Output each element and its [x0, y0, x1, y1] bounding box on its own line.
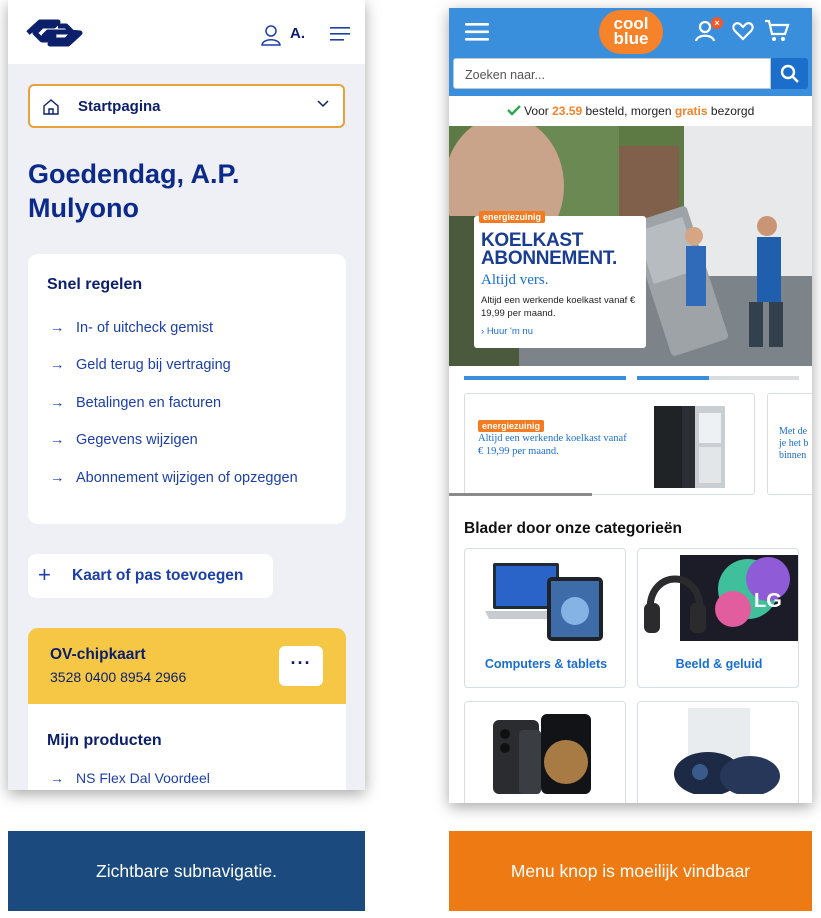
categories-title: Blader door onze categorieën	[464, 520, 682, 537]
promo-next-text: Met de je het b binnen	[779, 426, 812, 462]
appliances-image	[638, 702, 798, 794]
category-beeld-geluid[interactable]: LG Beeld & geluid	[637, 548, 799, 688]
ns-header: A.	[8, 0, 365, 64]
promo-next-line-2: je het b	[779, 438, 809, 449]
quick-action-link[interactable]: → Betalingen en facturen	[50, 395, 221, 411]
laptop-tablet-image	[465, 549, 625, 641]
tv-headphones-image: LG	[638, 549, 798, 641]
product-label: NS Flex Dal Voordeel	[76, 770, 210, 786]
caption-right: Menu knop is moeilijk vindbaar	[449, 831, 812, 911]
hero-card: energiezuinig KOELKAST ABONNEMENT. Altij…	[474, 211, 646, 348]
category-phones[interactable]	[464, 701, 626, 803]
quick-action-link[interactable]: → Geld terug bij vertraging	[50, 357, 231, 373]
search-placeholder: Zoeken naar...	[465, 68, 545, 82]
user-initial[interactable]: A.	[290, 25, 305, 42]
search-bar: Zoeken naar...	[449, 56, 812, 96]
caption-left: Zichtbare subnavigatie.	[8, 831, 365, 911]
arrow-right-icon: →	[50, 357, 65, 373]
subnav-select[interactable]: Startpagina	[28, 84, 345, 128]
quick-action-label: Geld terug bij vertraging	[76, 357, 231, 373]
checkmark-icon	[506, 105, 521, 116]
search-input[interactable]: Zoeken naar...	[453, 58, 771, 89]
arrow-right-icon: →	[50, 770, 64, 786]
hero-link-label: Huur 'm nu	[486, 326, 533, 337]
hero-title-line-2: ABONNEMENT.	[481, 248, 618, 269]
ov-chipkaart-card: OV-chipkaart 3528 0400 8954 2966 ···	[28, 628, 346, 704]
hero-text: Altijd een werkende koelkast vanaf € 19,…	[481, 295, 636, 319]
product-link[interactable]: → NS Flex Dal Voordeel	[50, 770, 210, 786]
category-label: Beeld & geluid	[675, 657, 763, 671]
menu-icon[interactable]	[465, 23, 489, 41]
category-household[interactable]	[637, 701, 799, 803]
coolblue-logo[interactable]: cool blue	[599, 10, 663, 54]
heart-icon[interactable]	[732, 21, 754, 41]
cart-icon[interactable]	[764, 19, 790, 43]
search-button[interactable]	[771, 58, 808, 89]
ns-logo-icon[interactable]	[24, 18, 84, 48]
ov-card-number: 3528 0400 8954 2966	[50, 669, 187, 685]
greeting-heading: Goedendag, A.P. Mulyono	[28, 159, 240, 223]
user-icon[interactable]	[260, 24, 282, 46]
delivery-post: bezorgd	[710, 104, 755, 118]
my-products-title: Mijn producten	[47, 732, 162, 749]
hero-subtitle: Altijd vers.	[481, 272, 549, 288]
quick-action-link[interactable]: → Abonnement wijzigen of opzeggen	[50, 470, 298, 486]
fridge-image	[654, 406, 725, 488]
account-badge: ×	[711, 17, 723, 29]
quick-action-label: Gegevens wijzigen	[76, 432, 198, 448]
ov-card-title: OV-chipkaart	[50, 646, 146, 663]
arrow-right-icon: →	[50, 432, 65, 448]
promo-text: Altijd een werkende koelkast vanaf € 19,…	[478, 433, 627, 457]
arrow-right-icon: →	[50, 320, 65, 336]
quick-action-label: In- of uitcheck gemist	[76, 320, 213, 336]
search-icon	[780, 64, 799, 83]
carousel-indicator[interactable]	[449, 376, 812, 380]
energy-tag: energiezuinig	[479, 211, 546, 223]
chevron-down-icon	[317, 100, 329, 108]
logo-line-2: blue	[613, 29, 649, 48]
quick-action-label: Abonnement wijzigen of opzeggen	[76, 470, 298, 486]
category-computers-tablets[interactable]: Computers & tablets	[464, 548, 626, 688]
ns-phone-screen: A. Startpagina Goedendag, A.P. Mulyono S…	[8, 0, 365, 790]
phones-image	[465, 702, 625, 794]
promo-scrollbar[interactable]	[449, 493, 592, 496]
arrow-right-icon: →	[50, 395, 65, 411]
my-products-card: Mijn producten → NS Flex Dal Voordeel	[28, 704, 346, 790]
delivery-time: 23.59	[552, 104, 583, 118]
category-label: Computers & tablets	[484, 657, 608, 671]
cb-header: cool blue ×	[449, 8, 812, 56]
more-options-button[interactable]: ···	[279, 646, 323, 686]
quick-actions-card: Snel regelen → In- of uitcheck gemist → Ge…	[28, 254, 346, 524]
add-card-label: Kaart of pas toevoegen	[72, 567, 244, 584]
promo-next-line-3: binnen	[779, 450, 807, 461]
arrow-right-icon: →	[50, 470, 65, 486]
promo-card-next[interactable]: Met de je het b binnen	[767, 393, 812, 495]
coolblue-phone-screen: cool blue × Zoeken naar... Voor 23.59 be…	[449, 8, 812, 803]
delivery-pre: Voor	[524, 104, 549, 118]
quick-action-label: Betalingen en facturen	[76, 395, 222, 411]
delivery-free: gratis	[674, 104, 708, 118]
svg-text:LG: LG	[754, 590, 782, 612]
home-icon	[43, 99, 59, 115]
add-card-button[interactable]: + Kaart of pas toevoegen	[28, 554, 273, 598]
promo-card[interactable]: energiezuinig Altijd een werkende koelka…	[464, 393, 755, 495]
subnav-select-label: Startpagina	[78, 98, 161, 115]
hero-banner[interactable]: energiezuinig KOELKAST ABONNEMENT. Altij…	[449, 126, 812, 366]
hero-link[interactable]: › Huur 'm nu	[481, 326, 533, 337]
delivery-mid: besteld, morgen	[585, 104, 672, 118]
delivery-usp: Voor 23.59 besteld, morgen gratis bezorg…	[449, 98, 812, 124]
energy-tag: energiezuinig	[478, 420, 545, 432]
plus-icon: +	[38, 562, 51, 587]
quick-action-link[interactable]: → Gegevens wijzigen	[50, 432, 198, 448]
quick-actions-title: Snel regelen	[47, 276, 143, 293]
promo-next-line-1: Met de	[779, 426, 808, 437]
quick-action-link[interactable]: → In- of uitcheck gemist	[50, 320, 213, 336]
menu-icon[interactable]	[330, 27, 350, 41]
